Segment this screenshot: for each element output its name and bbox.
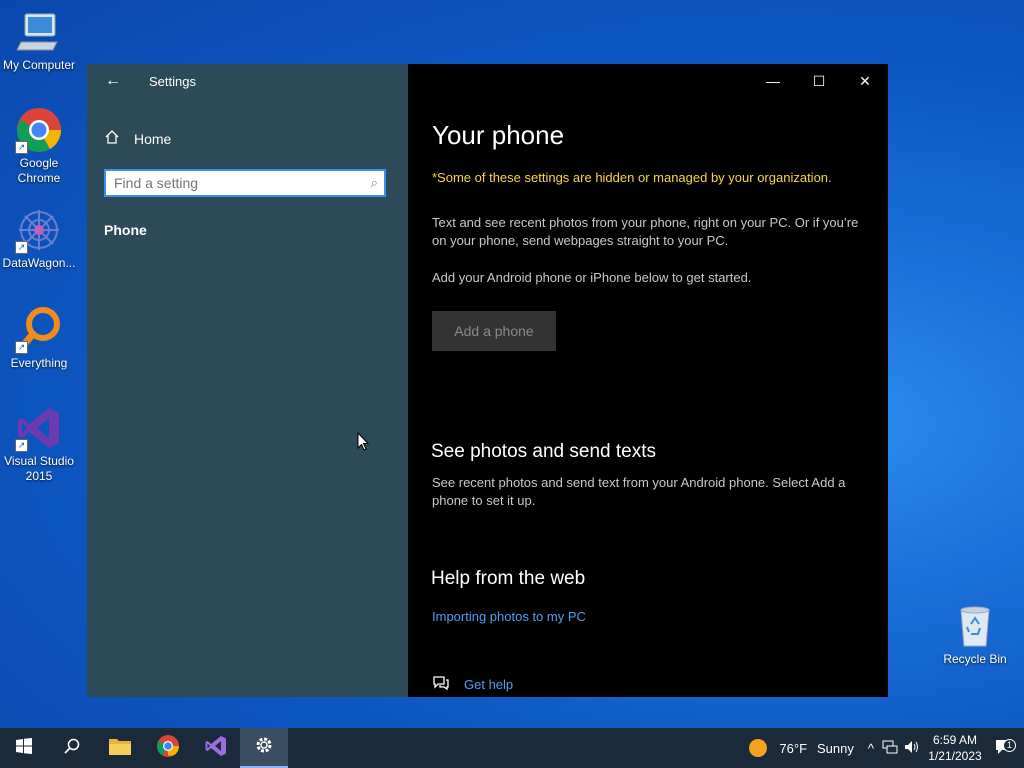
add-phone-button[interactable]: Add a phone	[432, 311, 556, 351]
weather-sun-icon[interactable]	[749, 739, 768, 757]
page-title: Your phone	[432, 120, 565, 150]
magnifier-icon: ↗	[15, 306, 63, 354]
close-button[interactable]: ✕	[842, 64, 888, 98]
window-controls: — ☐ ✕	[750, 64, 888, 98]
maximize-button[interactable]: ☐	[796, 64, 842, 98]
get-help-link[interactable]: Get help	[432, 675, 513, 694]
network-icon[interactable]	[882, 740, 898, 757]
search-box: ⌕	[104, 169, 386, 197]
window-title: Settings	[149, 74, 196, 89]
settings-content-pane: — ☐ ✕ Your phone *Some of these settings…	[408, 64, 888, 697]
nav-home[interactable]: Home	[104, 129, 171, 148]
search-icon[interactable]: ⌕	[371, 175, 378, 191]
desktop-icon-label: Recycle Bin	[943, 652, 1007, 666]
help-link-importing-photos[interactable]: Importing photos to my PC	[432, 609, 586, 624]
visual-studio-icon: ↗	[15, 404, 63, 452]
home-icon	[104, 129, 120, 148]
desktop-icon-label: My Computer	[2, 58, 76, 72]
get-started-text: Add your Android phone or iPhone below t…	[432, 270, 752, 285]
windows-logo-icon	[16, 737, 32, 759]
minimize-button[interactable]: —	[750, 64, 796, 98]
shortcut-arrow-icon: ↗	[15, 141, 28, 154]
visual-studio-icon	[204, 734, 228, 763]
taskbar-visual-studio[interactable]	[192, 728, 240, 768]
shortcut-arrow-icon: ↗	[15, 341, 28, 354]
desktop-icon-label: DataWagon...	[2, 256, 76, 270]
clock[interactable]: 6:59 AM 1/21/2023	[926, 732, 984, 764]
chevron-up-icon[interactable]: ^	[868, 741, 874, 756]
taskbar: 76°F Sunny ^ 6:59 AM 1/21/2023 1	[0, 728, 1024, 768]
volume-icon[interactable]	[904, 740, 920, 757]
settings-nav-pane: ← Settings Home ⌕ Phone	[87, 64, 408, 697]
folder-icon	[108, 736, 132, 761]
home-label: Home	[134, 130, 172, 147]
section-photos-texts-text: See recent photos and send text from you…	[432, 475, 846, 508]
chrome-icon: ↗	[15, 106, 63, 154]
chat-bubble-icon	[432, 675, 450, 694]
desktop-icon-everything[interactable]: ↗ Everything	[0, 306, 78, 371]
shortcut-arrow-icon: ↗	[15, 439, 28, 452]
shortcut-arrow-icon: ↗	[15, 241, 28, 254]
desktop-icon-label: Google Chrome	[17, 156, 61, 185]
settings-window: ← Settings Home ⌕ Phone — ☐ ✕ Your phone…	[87, 64, 888, 697]
weather-description[interactable]: Sunny	[817, 741, 854, 756]
notification-count-badge: 1	[1003, 738, 1016, 752]
desktop-icon-my-computer[interactable]: My Computer	[0, 8, 78, 73]
search-button[interactable]	[48, 728, 96, 768]
desktop-icon-label: Visual Studio 2015	[4, 454, 74, 483]
weather-temperature[interactable]: 76°F	[779, 741, 807, 756]
taskbar-file-explorer[interactable]	[96, 728, 144, 768]
notification-center-button[interactable]: 1	[984, 738, 1024, 758]
recycle-bin-icon	[951, 602, 999, 650]
desktop-icon-recycle-bin[interactable]: Recycle Bin	[936, 602, 1014, 667]
desktop-icon-google-chrome[interactable]: ↗ Google Chrome	[0, 106, 78, 186]
taskbar-settings[interactable]	[240, 728, 288, 768]
search-icon	[64, 738, 80, 759]
desktop-icon-visual-studio[interactable]: ↗ Visual Studio 2015	[0, 404, 78, 484]
datawagon-icon: ↗	[15, 206, 63, 254]
computer-icon	[15, 8, 63, 56]
system-tray: 76°F Sunny ^ 6:59 AM 1/21/2023 1	[749, 728, 1024, 768]
section-title-help: Help from the web	[431, 568, 586, 589]
desktop-icon-label: Everything	[10, 356, 68, 370]
taskbar-chrome[interactable]	[144, 728, 192, 768]
back-arrow-icon[interactable]: ←	[105, 72, 121, 90]
nav-item-phone[interactable]: Phone	[104, 222, 147, 238]
start-button[interactable]	[0, 728, 48, 768]
desktop-icon-datawagon[interactable]: ↗ DataWagon...	[0, 206, 78, 271]
section-title-photos-texts: See photos and send texts	[431, 441, 656, 462]
managed-warning: *Some of these settings are hidden or ma…	[432, 170, 832, 185]
clock-date: 1/21/2023	[928, 749, 982, 763]
mouse-cursor-icon	[357, 431, 370, 457]
chrome-icon	[156, 734, 180, 763]
get-help-label: Get help	[464, 677, 514, 692]
gear-icon	[254, 735, 274, 760]
search-input[interactable]	[106, 171, 354, 195]
clock-time: 6:59 AM	[932, 733, 978, 747]
description-text: Text and see recent photos from your pho…	[432, 215, 859, 248]
